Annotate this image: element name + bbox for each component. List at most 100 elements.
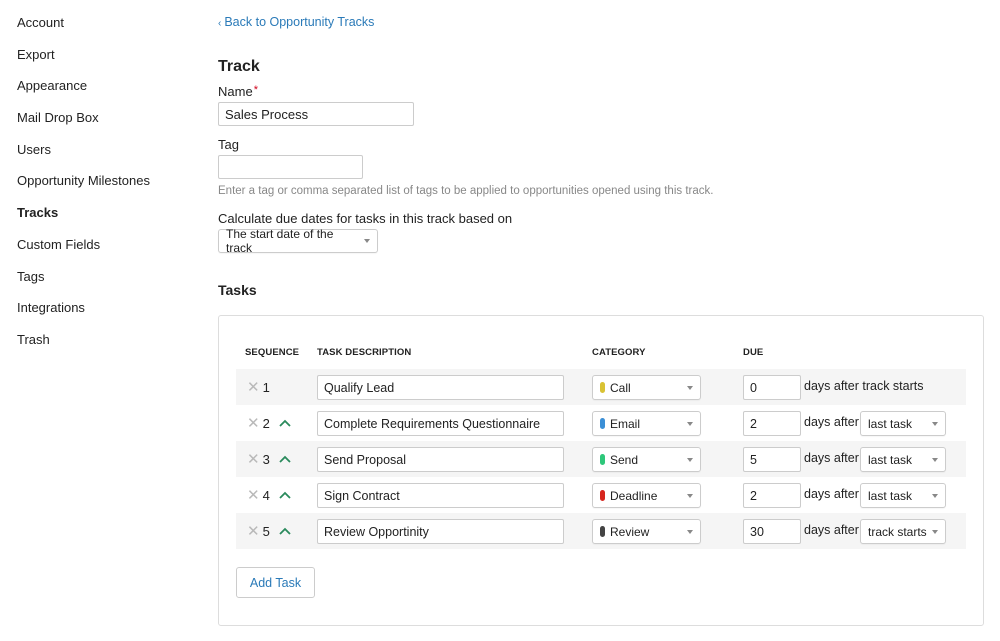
category-color-dot [600,454,605,465]
due-relative-value: last task [868,452,913,467]
column-header-sequence: SEQUENCE [245,347,300,358]
sequence-cell: ✕ 4 [247,477,291,513]
sequence-number: 5 [262,523,270,539]
sidebar-item-custom-fields[interactable]: Custom Fields [17,237,197,269]
tasks-table-header: SEQUENCE TASK DESCRIPTION CATEGORY DUE [219,347,983,361]
category-select[interactable]: Send [592,447,701,472]
caret-down-icon [687,385,693,390]
sidebar-item-integrations[interactable]: Integrations [17,300,197,332]
due-relative-select[interactable]: last task [860,447,946,472]
task-description-input[interactable] [317,447,564,472]
chevron-up-icon[interactable] [279,491,291,499]
chevron-up-glyph [279,455,291,463]
tag-input[interactable] [218,155,363,179]
sidebar-item-trash[interactable]: Trash [17,332,197,364]
chevron-up-icon[interactable] [279,455,291,463]
due-basis-value: The start date of the track [226,227,334,255]
task-description-input[interactable] [317,483,564,508]
task-description-input[interactable] [317,411,564,436]
sequence-cell: ✕ 5 [247,513,291,549]
category-select[interactable]: Call [592,375,701,400]
column-header-description: TASK DESCRIPTION [317,347,412,358]
category-color-dot [600,526,605,537]
chevron-up-icon[interactable] [279,419,291,427]
chevron-left-icon: ‹ [218,18,222,29]
due-relative-select[interactable]: last task [860,483,946,508]
caret-down-icon [932,421,938,426]
caret-down-icon [687,421,693,426]
caret-down-icon [364,239,370,243]
close-icon[interactable]: ✕ [247,524,260,539]
category-value: Email [610,416,641,431]
sidebar-item-tracks[interactable]: Tracks [17,205,197,237]
sidebar-item-account[interactable]: Account [17,15,197,47]
name-label-text: Name [218,84,253,99]
due-basis-label: Calculate due dates for tasks in this tr… [218,211,513,226]
category-value: Review [610,524,650,539]
chevron-up-glyph [279,491,291,499]
tasks-panel: SEQUENCE TASK DESCRIPTION CATEGORY DUE ✕… [218,315,984,626]
caret-down-icon [687,529,693,534]
due-relative-value: last task [868,488,913,503]
task-row: ✕5 Review days after track starts [236,513,966,549]
close-icon[interactable]: ✕ [247,488,260,503]
category-value: Send [610,452,639,467]
caret-down-icon [932,529,938,534]
due-basis-select[interactable]: The start date of the track [218,227,378,255]
due-relative-select[interactable]: track starts [860,519,946,544]
category-value: Call [610,380,631,395]
sequence-number: 4 [262,487,270,503]
due-days-input[interactable] [743,519,801,544]
column-header-category: CATEGORY [592,347,646,358]
tasks-heading: Tasks [218,282,257,298]
sequence-number: 1 [262,379,270,395]
close-icon[interactable]: ✕ [247,380,260,395]
due-days-input[interactable] [743,447,801,472]
tag-label: Tag [218,137,239,152]
track-heading: Track [218,58,260,75]
sequence-number: 3 [262,451,270,467]
add-task-button[interactable]: Add Task [236,567,315,598]
task-row: ✕4 Deadline days after last task [236,477,966,513]
back-to-tracks-link[interactable]: ‹ Back to Opportunity Tracks [218,15,374,29]
close-icon[interactable]: ✕ [247,416,260,431]
category-select[interactable]: Email [592,411,701,436]
sidebar-item-users[interactable]: Users [17,142,197,174]
due-days-input[interactable] [743,483,801,508]
category-color-dot [600,418,605,429]
caret-down-icon [932,493,938,498]
due-relative-select[interactable]: last task [860,411,946,436]
task-description-input[interactable] [317,519,564,544]
due-relative-value: track starts [868,524,927,539]
due-text: days after [804,523,859,537]
close-icon[interactable]: ✕ [247,452,260,467]
due-days-input[interactable] [743,375,801,400]
sidebar-item-tags[interactable]: Tags [17,269,197,301]
due-days-input[interactable] [743,411,801,436]
caret-down-icon [687,493,693,498]
caret-down-icon [932,457,938,462]
column-header-due: DUE [743,347,764,358]
due-text: days after [804,451,859,465]
sidebar-item-mail-drop-box[interactable]: Mail Drop Box [17,110,197,142]
settings-sidebar: Account Export Appearance Mail Drop Box … [17,15,197,364]
task-row: ✕2 Email days after last task [236,405,966,441]
name-label: Name* [218,84,258,99]
task-description-input[interactable] [317,375,564,400]
due-relative-value: last task [868,416,913,431]
sidebar-item-opportunity-milestones[interactable]: Opportunity Milestones [17,173,197,205]
sequence-cell: ✕ 3 [247,441,291,477]
due-text: days after [804,415,859,429]
chevron-up-icon[interactable] [279,527,291,535]
back-link-label: Back to Opportunity Tracks [224,15,375,29]
category-select[interactable]: Review [592,519,701,544]
category-select[interactable]: Deadline [592,483,701,508]
chevron-up-glyph [279,419,291,427]
sidebar-item-appearance[interactable]: Appearance [17,78,197,110]
required-mark: * [253,84,258,96]
sequence-cell: ✕ 2 [247,405,291,441]
sidebar-item-export[interactable]: Export [17,47,197,79]
tasks-table-body: ✕1Calldays after track starts✕2Emaildays… [236,369,966,549]
category-color-dot [600,490,605,501]
name-input[interactable] [218,102,414,126]
